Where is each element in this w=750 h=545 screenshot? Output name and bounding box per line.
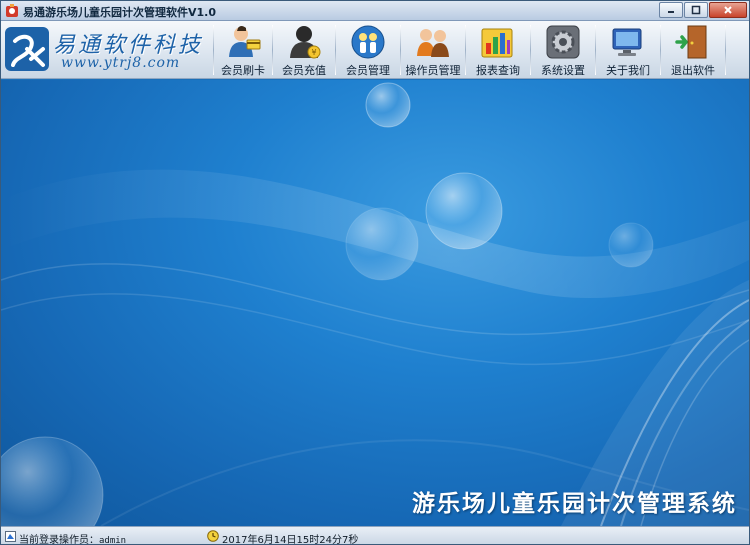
member-card-label: 会员刷卡 (221, 64, 265, 77)
user-status-icon (5, 531, 16, 542)
system-settings-button[interactable]: 系统设置 (531, 21, 595, 79)
status-bar: 当前登录操作员：admin 2017年6月14日15时24分7秒 (1, 526, 749, 545)
member-manage-label: 会员管理 (346, 64, 390, 77)
logo-mark-icon (5, 27, 49, 71)
app-window: 易通游乐场儿童乐园计次管理软件V1.0 易通软件科技 www.ytrj8.com (0, 0, 750, 545)
maximize-button[interactable] (684, 2, 708, 18)
report-query-label: 报表查询 (476, 64, 520, 77)
report-query-icon (481, 28, 513, 58)
window-controls (659, 2, 747, 18)
member-card-icon (229, 26, 261, 57)
company-logo: 易通软件科技 www.ytrj8.com (3, 25, 209, 75)
logo-website: www.ytrj8.com (61, 55, 181, 71)
close-icon (724, 6, 732, 14)
about-us-icon (612, 28, 642, 56)
settings-gear-icon (546, 25, 580, 59)
clock-icon (207, 530, 219, 542)
system-banner-title: 游乐场儿童乐园计次管理系统 (412, 491, 737, 517)
report-query-button[interactable]: 报表查询 (466, 21, 530, 79)
current-datetime: 2017年6月14日15时24分7秒 (222, 535, 359, 545)
exit-software-button[interactable]: 退出软件 (661, 21, 725, 79)
member-manage-icon (351, 25, 385, 59)
member-card-button[interactable]: 会员刷卡 (214, 21, 272, 79)
svg-text:¥: ¥ (311, 48, 316, 57)
background-art (1, 82, 749, 526)
window-title: 易通游乐场儿童乐园计次管理软件V1.0 (23, 6, 216, 19)
operator-manage-label: 操作员管理 (405, 64, 461, 77)
operator-manage-button[interactable]: 操作员管理 (401, 21, 465, 79)
member-manage-button[interactable]: 会员管理 (336, 21, 400, 79)
maximize-icon (691, 5, 701, 15)
exit-software-label: 退出软件 (671, 64, 715, 77)
member-recharge-label: 会员充值 (282, 64, 326, 77)
minimize-button[interactable] (659, 2, 683, 18)
main-toolbar: 易通软件科技 www.ytrj8.com 会员刷卡 ¥ 会员充值 会员管理 操作… (1, 21, 749, 79)
exit-door-icon (675, 25, 707, 59)
toolbar-buttons: 会员刷卡 ¥ 会员充值 会员管理 操作员管理 报表查询 系统设置 关于我们 退出… (213, 21, 726, 79)
operator-value: admin (99, 536, 127, 545)
title-bar[interactable]: 易通游乐场儿童乐园计次管理软件V1.0 (1, 1, 749, 21)
about-us-button[interactable]: 关于我们 (596, 21, 660, 79)
close-button[interactable] (709, 2, 747, 18)
operator-manage-icon (417, 29, 449, 57)
current-operator: 当前登录操作员：admin (19, 531, 127, 545)
minimize-icon (668, 11, 674, 13)
system-settings-label: 系统设置 (541, 64, 585, 77)
app-icon (6, 4, 18, 17)
main-workspace: 游乐场儿童乐园计次管理系统 (1, 80, 749, 526)
member-recharge-icon: ¥ (290, 26, 321, 59)
about-us-label: 关于我们 (606, 64, 650, 77)
toolbar-divider (725, 25, 726, 75)
operator-label: 当前登录操作员： (19, 535, 99, 545)
member-recharge-button[interactable]: ¥ 会员充值 (273, 21, 335, 79)
